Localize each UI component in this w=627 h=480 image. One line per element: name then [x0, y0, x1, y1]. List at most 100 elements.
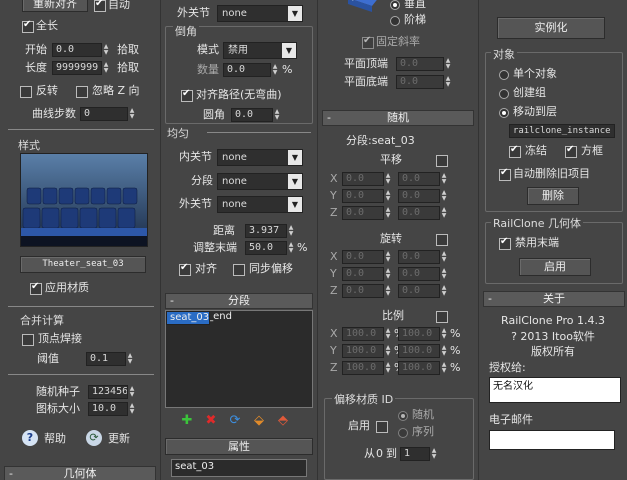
pick-object-icon[interactable]: ⬙ — [251, 413, 267, 429]
scale-value[interactable]: 100.0 — [342, 344, 384, 358]
spinner-arrows-icon[interactable]: ▲ ▼ — [384, 361, 392, 375]
translate-value[interactable]: 0.0 — [398, 189, 440, 203]
spinner-arrows-icon[interactable]: ▲ ▼ — [444, 75, 452, 89]
random-seed-spinner[interactable]: 123456 ▲ ▼ — [88, 385, 136, 399]
update-label[interactable]: 更新 — [108, 432, 130, 446]
start-pick-button[interactable]: 拾取 — [117, 43, 139, 57]
style-thumbnail[interactable] — [20, 153, 148, 247]
spinner-arrows-icon[interactable]: ▲ ▼ — [271, 63, 279, 77]
spinner-arrows-icon[interactable]: ▲ ▼ — [444, 57, 452, 71]
outer-node2-select[interactable]: none ▼ — [217, 196, 303, 213]
add-segment-icon[interactable]: ✚ — [179, 413, 195, 429]
scale-min-spinner[interactable]: 100.0 ▲ ▼ — [342, 344, 392, 358]
rotate-value[interactable]: 0.0 — [342, 267, 384, 281]
rotate-max-spinner[interactable]: 0.0 ▲ ▼ — [398, 267, 448, 281]
rotate-value[interactable]: 0.0 — [398, 250, 440, 264]
translate-checkbox[interactable] — [436, 155, 448, 167]
icon-size-spinner[interactable]: 10.0 ▲ ▼ — [88, 402, 136, 416]
distance-value[interactable]: 3.937 — [245, 224, 287, 238]
flat-top-spinner[interactable]: 0.0 ▲ ▼ — [396, 57, 452, 71]
distance-spinner[interactable]: 3.937 ▲ ▼ — [245, 224, 295, 238]
freeze-checkbox[interactable] — [509, 144, 521, 158]
outer-node-select[interactable]: none ▼ — [217, 5, 303, 22]
scale-min-spinner[interactable]: 100.0 ▲ ▼ — [342, 327, 392, 341]
help-label[interactable]: 帮助 — [44, 432, 66, 446]
spinner-arrows-icon[interactable]: ▲ ▼ — [102, 61, 110, 75]
property-list[interactable]: seat_03 — [171, 459, 307, 477]
amount-value[interactable]: 0.0 — [223, 63, 271, 77]
single-object-radio[interactable] — [499, 70, 509, 80]
segment-select[interactable]: none ▼ — [217, 173, 303, 190]
move-to-layer-radio[interactable] — [499, 108, 509, 118]
scale-value[interactable]: 100.0 — [398, 344, 440, 358]
random-rollout[interactable]: - 随机 — [322, 110, 474, 126]
icon-size-value[interactable]: 10.0 — [88, 402, 128, 416]
curve-steps-value[interactable]: 0 — [80, 107, 128, 121]
scale-value[interactable]: 100.0 — [342, 361, 384, 375]
translate-value[interactable]: 0.0 — [342, 189, 384, 203]
apply-material-checkbox[interactable] — [30, 281, 42, 295]
auto-checkbox[interactable] — [94, 0, 106, 12]
properties-button[interactable]: 属性 — [165, 438, 313, 455]
rotate-value[interactable]: 0.0 — [398, 267, 440, 281]
delete-segment-icon[interactable]: ✖ — [203, 413, 219, 429]
scale-min-spinner[interactable]: 100.0 ▲ ▼ — [342, 361, 392, 375]
dropdown-arrow-icon[interactable]: ▼ — [288, 150, 302, 165]
instance-button[interactable]: 实例化 — [497, 17, 605, 39]
translate-value[interactable]: 0.0 — [398, 206, 440, 220]
random-radio[interactable] — [398, 411, 408, 421]
sync-offset-checkbox[interactable] — [233, 264, 245, 276]
replace-object-icon[interactable]: ⬘ — [275, 413, 291, 429]
dropdown-arrow-icon[interactable]: ▼ — [288, 6, 302, 21]
spinner-arrows-icon[interactable]: ▲ ▼ — [384, 189, 392, 203]
vertical-radio[interactable] — [390, 0, 400, 10]
from-value[interactable]: 0 — [376, 447, 383, 461]
enable-checkbox[interactable] — [376, 421, 388, 433]
sequence-radio[interactable] — [398, 428, 408, 438]
spinner-arrows-icon[interactable]: ▲ ▼ — [384, 172, 392, 186]
list-item[interactable]: seat_03 — [172, 460, 306, 472]
spinner-arrows-icon[interactable]: ▲ ▼ — [384, 206, 392, 220]
spinner-arrows-icon[interactable]: ▲ ▼ — [102, 43, 110, 57]
auto-delete-checkbox[interactable] — [499, 167, 511, 181]
translate-min-spinner[interactable]: 0.0 ▲ ▼ — [342, 206, 392, 220]
about-rollout[interactable]: - 关于 — [483, 291, 625, 307]
update-icon[interactable]: ⟳ — [86, 430, 102, 446]
spinner-arrows-icon[interactable]: ▲ ▼ — [440, 327, 448, 341]
spinner-arrows-icon[interactable]: ▲ ▼ — [440, 284, 448, 298]
start-value[interactable]: 0.0 — [52, 43, 102, 57]
spinner-arrows-icon[interactable]: ▲ ▼ — [440, 267, 448, 281]
flat-bottom-spinner[interactable]: 0.0 ▲ ▼ — [396, 75, 452, 89]
align-checkbox[interactable] — [179, 262, 191, 276]
to-value[interactable]: 1 — [400, 447, 430, 461]
spinner-arrows-icon[interactable]: ▲ ▼ — [440, 250, 448, 264]
help-icon[interactable]: ? — [22, 430, 38, 446]
rotate-value[interactable]: 0.0 — [342, 250, 384, 264]
fillet-value[interactable]: 0.0 — [231, 108, 273, 122]
rotate-max-spinner[interactable]: 0.0 ▲ ▼ — [398, 284, 448, 298]
box-checkbox[interactable] — [565, 144, 577, 158]
mode-select[interactable]: 禁用 ▼ — [223, 42, 297, 59]
rotate-min-spinner[interactable]: 0.0 ▲ ▼ — [342, 250, 392, 264]
spinner-arrows-icon[interactable]: ▲ ▼ — [440, 361, 448, 375]
length-value[interactable]: 9999999 — [52, 61, 102, 75]
scale-value[interactable]: 100.0 — [342, 327, 384, 341]
full-length-checkbox[interactable] — [22, 19, 34, 33]
layer-value[interactable]: railclone_instance — [509, 124, 615, 138]
fixed-slope-checkbox[interactable] — [362, 35, 374, 49]
dropdown-arrow-icon[interactable]: ▼ — [282, 43, 296, 58]
threshold-value[interactable]: 0.1 — [86, 352, 126, 366]
spinner-arrows-icon[interactable]: ▲ ▼ — [440, 206, 448, 220]
enable-button[interactable]: 启用 — [519, 258, 591, 276]
disable-end-checkbox[interactable] — [499, 236, 511, 250]
ignore-z-checkbox[interactable] — [76, 86, 88, 98]
spinner-arrows-icon[interactable]: ▲ ▼ — [273, 108, 281, 122]
adjust-end-value[interactable]: 50.0 — [245, 241, 287, 255]
spinner-arrows-icon[interactable]: ▲ ▼ — [287, 224, 295, 238]
refresh-icon[interactable]: ⟳ — [227, 413, 243, 429]
geometry-rollout[interactable]: - 几何体 — [4, 466, 156, 480]
dropdown-arrow-icon[interactable]: ▼ — [288, 174, 302, 189]
to-spinner[interactable]: 1 ▲ ▼ — [400, 447, 438, 461]
scale-max-spinner[interactable]: 100.0 ▲ ▼ — [398, 327, 448, 341]
fillet-spinner[interactable]: 0.0 ▲ ▼ — [231, 108, 281, 122]
